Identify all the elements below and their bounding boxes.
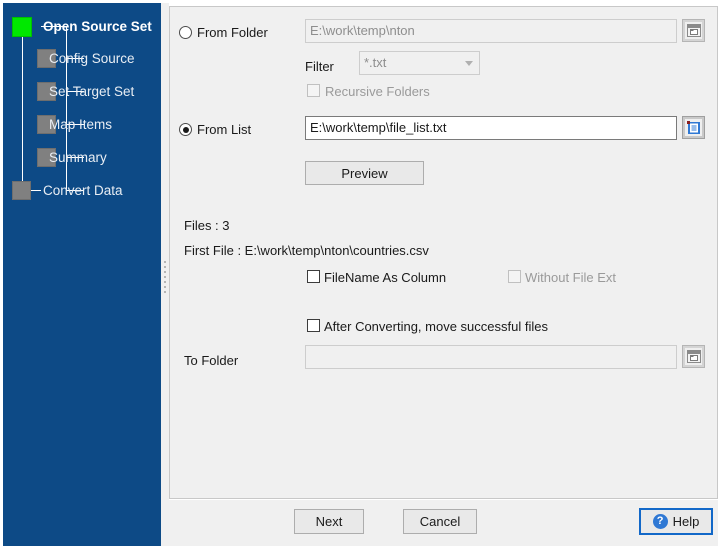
first-file-text: First File : E:\work\temp\nton\countries…	[184, 242, 429, 260]
from-folder-label[interactable]: From Folder	[197, 24, 268, 42]
recursive-folders-checkbox[interactable]	[307, 84, 320, 97]
chevron-down-icon	[465, 61, 472, 65]
from-folder-path-input[interactable]: E:\work\temp\nton	[305, 19, 677, 43]
from-list-radio[interactable]	[179, 123, 192, 136]
filename-as-column-checkbox[interactable]	[307, 270, 320, 283]
from-folder-radio[interactable]	[179, 26, 192, 39]
question-mark-icon: ?	[653, 514, 668, 529]
tree-connector	[22, 35, 23, 190]
folder-icon	[685, 22, 702, 39]
source-settings-panel: From Folder E:\work\temp\nton Filter *.t…	[169, 6, 718, 499]
help-button-label: Help	[673, 514, 700, 529]
file-document-icon	[685, 119, 702, 136]
move-successful-files-checkbox[interactable]	[307, 319, 320, 332]
sidebar-item-config-source[interactable]: Config Source	[49, 49, 135, 68]
from-list-browse-button[interactable]	[682, 116, 705, 139]
help-button[interactable]: ? Help	[639, 508, 713, 535]
from-list-label[interactable]: From List	[197, 121, 251, 139]
next-button[interactable]: Next	[294, 509, 364, 534]
without-file-ext-checkbox[interactable]	[508, 270, 521, 283]
filter-combobox[interactable]: *.txt	[359, 51, 480, 75]
filter-value: *.txt	[364, 55, 386, 70]
sidebar-item-set-target-set[interactable]: Set Target Set	[49, 82, 134, 101]
move-successful-files-label[interactable]: After Converting, move successful files	[324, 318, 548, 336]
wizard-step-tree: Open Source Set Config Source Set Target…	[3, 3, 161, 546]
sidebar-item-open-source-set[interactable]: Open Source Set	[43, 17, 152, 36]
step-node-open-source-set[interactable]	[12, 17, 32, 37]
splitter-grip-icon[interactable]	[164, 261, 166, 295]
sidebar-item-map-items[interactable]: Map Items	[49, 115, 112, 134]
cancel-button[interactable]: Cancel	[403, 509, 477, 534]
sidebar-item-convert-data[interactable]: Convert Data	[43, 181, 123, 200]
application-window: Open Source Set Config Source Set Target…	[0, 0, 724, 549]
files-count-text: Files : 3	[184, 217, 230, 235]
from-folder-browse-button[interactable]	[682, 19, 705, 42]
wizard-sidebar: Open Source Set Config Source Set Target…	[3, 3, 161, 546]
folder-icon	[685, 348, 702, 365]
to-folder-label: To Folder	[184, 352, 238, 370]
panel-splitter[interactable]	[161, 3, 169, 546]
step-node-convert-data[interactable]	[12, 181, 31, 200]
filter-label: Filter	[305, 58, 334, 76]
from-list-path-input[interactable]: E:\work\temp\file_list.txt	[305, 116, 677, 140]
preview-button[interactable]: Preview	[305, 161, 424, 185]
without-file-ext-label[interactable]: Without File Ext	[525, 269, 616, 287]
dialog-footer: Next Cancel ? Help	[169, 500, 718, 546]
to-folder-input[interactable]	[305, 345, 677, 369]
to-folder-browse-button[interactable]	[682, 345, 705, 368]
recursive-folders-label[interactable]: Recursive Folders	[325, 83, 430, 101]
filename-as-column-label[interactable]: FileName As Column	[324, 269, 446, 287]
sidebar-item-summary[interactable]: Summary	[49, 148, 107, 167]
